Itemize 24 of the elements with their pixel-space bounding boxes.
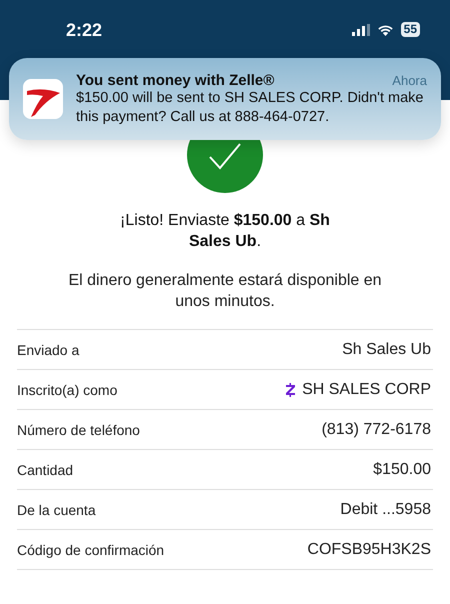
status-time: 2:22	[66, 20, 102, 41]
detail-value: Sh Sales Ub	[342, 340, 431, 358]
detail-value: COFSB95H3K2S	[307, 540, 431, 558]
notification-text: $150.00 will be sent to SH SALES CORP. Didn't make this payment? Call us at 888-464-0727.	[76, 88, 424, 126]
detail-label: Inscrito(a) como	[17, 382, 118, 398]
detail-value: SH SALES CORP	[302, 380, 431, 398]
notification-banner[interactable]: You sent money with Zelle® Ahora $150.00 will be sent to SH SALES CORP. Didn't make this payment? Call us at 888-464-0727.	[9, 58, 441, 140]
notification-time: Ahora	[392, 72, 427, 88]
battery-level: 55	[400, 22, 420, 37]
detail-value: Debit ...5958	[340, 500, 431, 518]
success-headline: ¡Listo! Enviaste $150.00 a Sh Sales Ub.	[119, 211, 331, 252]
detail-label: De la cuenta	[17, 502, 96, 518]
detail-label: Número de teléfono	[17, 422, 140, 438]
signal-icon	[352, 24, 370, 36]
detail-value: (813) 772-6178	[322, 420, 431, 438]
notification-title: You sent money with Zelle®	[76, 72, 274, 88]
detail-label: Código de confirmación	[17, 542, 164, 558]
app-icon	[23, 79, 63, 119]
detail-value: $150.00	[373, 460, 431, 478]
availability-message: El dinero generalmente estará disponible en unos minutos.	[67, 271, 383, 312]
wifi-icon	[376, 24, 394, 36]
zelle-icon	[285, 382, 296, 396]
detail-label: Cantidad	[17, 462, 74, 478]
detail-label: Enviado a	[17, 342, 80, 358]
